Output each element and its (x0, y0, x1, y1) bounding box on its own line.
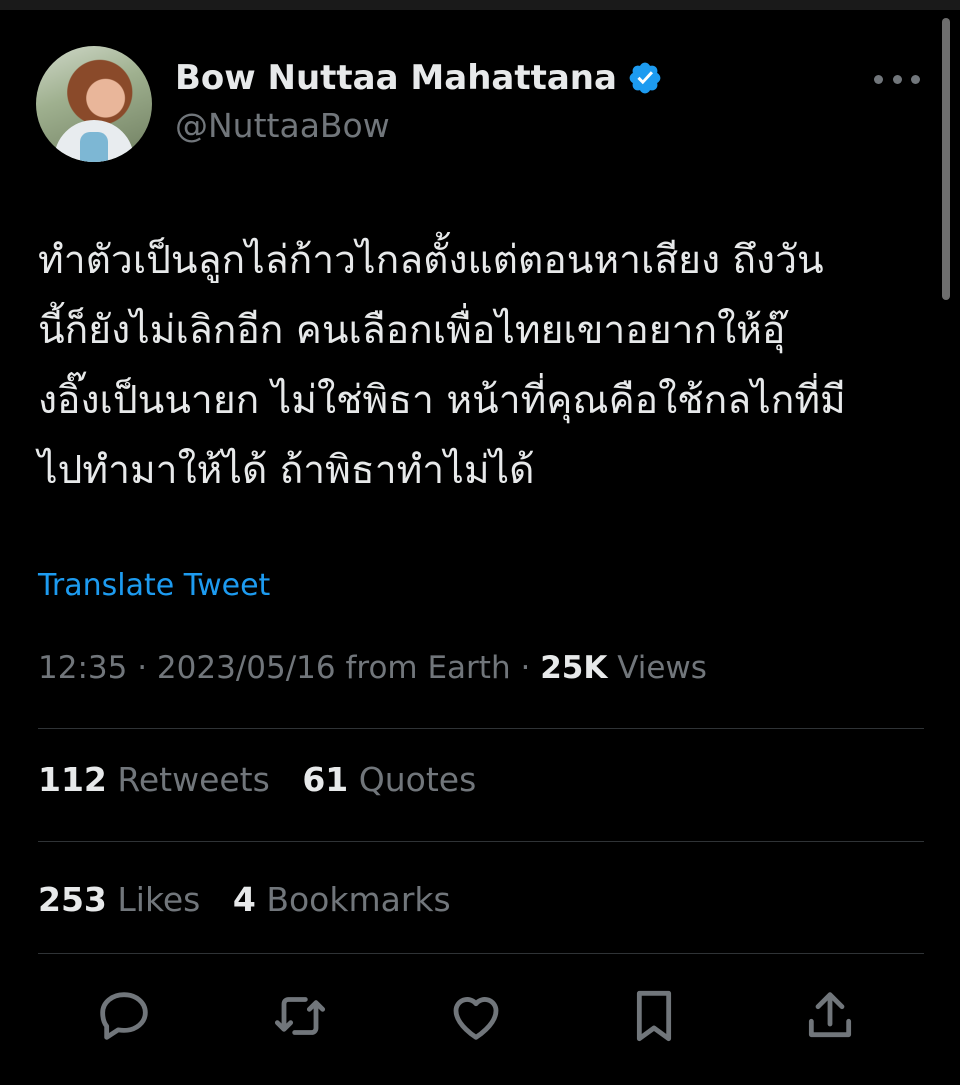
more-icon[interactable] (874, 70, 920, 88)
divider (38, 841, 924, 842)
like-bookmark-stats: 253 Likes 4 Bookmarks (38, 880, 451, 919)
more-dot (911, 74, 920, 84)
tweet-line: ไปทำมาให้ได้ ถ้าพิธาทำไม่ได้ (38, 448, 535, 493)
bookmarks-stat[interactable]: 4 Bookmarks (233, 880, 451, 919)
bookmarks-label: Bookmarks (266, 880, 451, 919)
likes-count: 253 (38, 880, 107, 919)
author-name[interactable]: Bow Nuttaa Mahattana (175, 58, 617, 98)
retweet-quote-stats: 112 Retweets 61 Quotes (38, 760, 476, 799)
retweets-stat[interactable]: 112 Retweets (38, 760, 270, 799)
likes-label: Likes (117, 880, 201, 919)
tweet-line: ทำตัวเป็นลูกไล่ก้าวไกลตั้งแต่ตอนหาเสียง … (38, 238, 824, 283)
views-count: 25K (540, 650, 608, 686)
author-handle[interactable]: @NuttaaBow (175, 106, 390, 145)
more-dot (892, 74, 902, 84)
likes-stat[interactable]: 253 Likes (38, 880, 200, 919)
like-icon[interactable] (444, 984, 508, 1048)
tweet-meta: 12:35 · 2023/05/16 from Earth · 25K View… (38, 650, 707, 686)
more-dot (874, 74, 883, 84)
share-icon[interactable] (798, 984, 862, 1048)
bookmarks-count: 4 (232, 880, 256, 919)
author-name-row: Bow Nuttaa Mahattana (175, 58, 663, 98)
tweet-date[interactable]: 2023/05/16 (157, 650, 336, 686)
divider (38, 953, 924, 954)
retweets-label: Retweets (117, 760, 270, 799)
bookmark-icon[interactable] (622, 984, 686, 1048)
translate-tweet-link[interactable]: Translate Tweet (38, 568, 270, 603)
quotes-stat[interactable]: 61 Quotes (302, 760, 476, 799)
retweet-icon[interactable] (268, 984, 332, 1048)
verified-badge-icon (629, 62, 661, 94)
views-label: Views (617, 650, 707, 686)
tweet-source: from Earth (345, 650, 511, 686)
status-bar (0, 0, 960, 10)
avatar-top (80, 132, 108, 162)
quotes-label: Quotes (358, 760, 477, 799)
tweet-line: นี้ก็ยังไม่เลิกอีก คนเลือกเพื่อไทยเขาอยา… (38, 308, 786, 353)
meta-separator: · (520, 650, 531, 686)
reply-icon[interactable] (92, 984, 156, 1048)
tweet-time[interactable]: 12:35 (38, 650, 127, 686)
action-bar (92, 984, 882, 1054)
tweet-text: ทำตัวเป็นลูกไล่ก้าวไกลตั้งแต่ตอนหาเสียง … (38, 226, 928, 506)
divider (38, 728, 924, 729)
tweet-line: งอิ๊งเป็นนายก ไม่ใช่พิธา หน้าที่คุณคือใช… (38, 378, 846, 423)
meta-separator: · (137, 650, 148, 686)
quotes-count: 61 (302, 760, 349, 799)
avatar[interactable] (36, 46, 152, 162)
retweets-count: 112 (38, 760, 107, 799)
scrollbar[interactable] (942, 18, 950, 300)
